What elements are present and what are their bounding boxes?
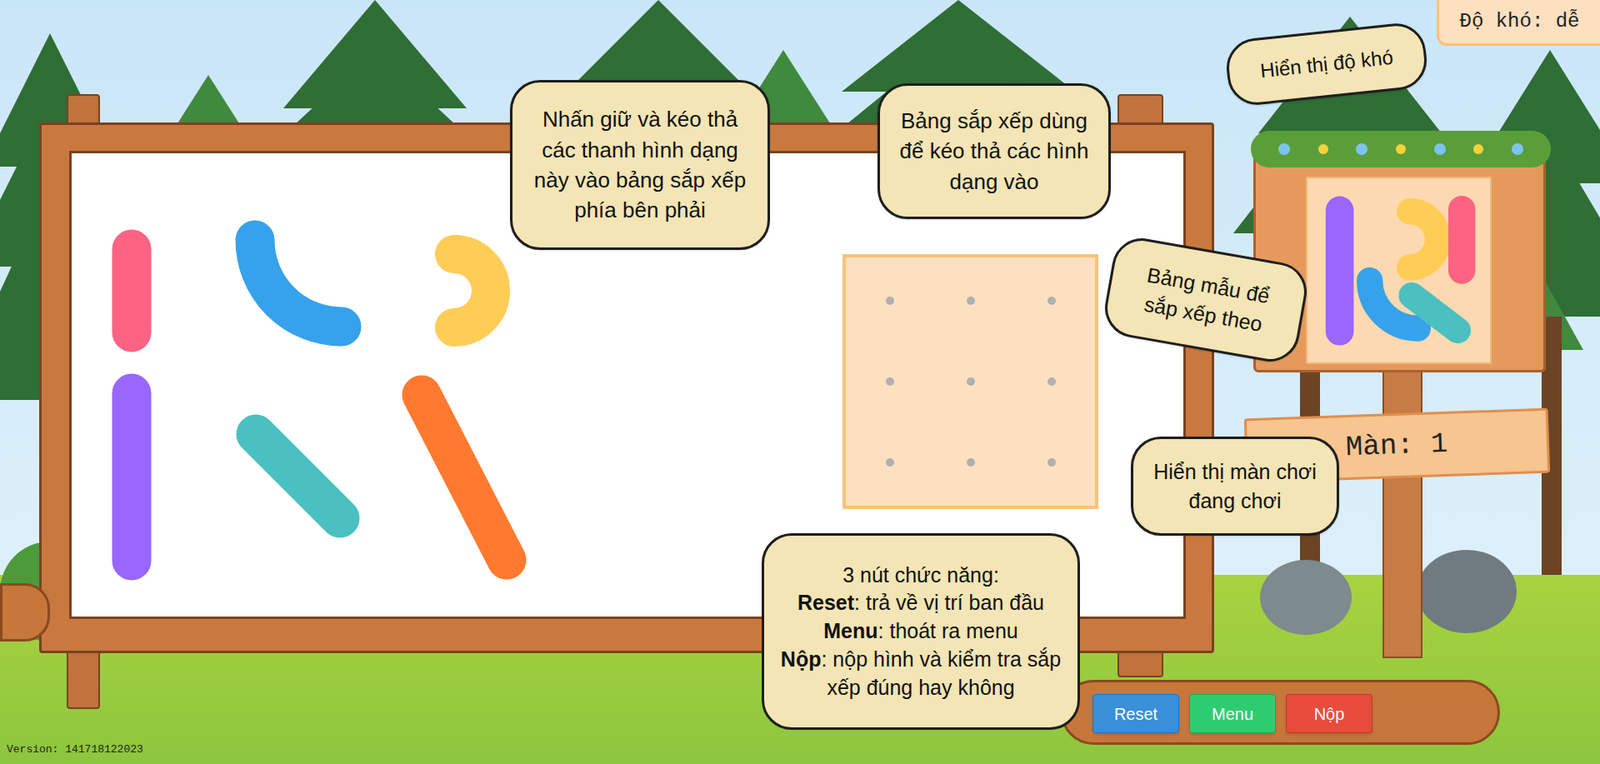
help-line: Nộp: nộp hình và kiểm tra sắp xếp đúng h… bbox=[777, 645, 1065, 703]
template-shapes bbox=[1307, 178, 1490, 363]
help-desc: : trả về vị trí ban đầu bbox=[854, 590, 1045, 615]
game-scene: Màn: 1 Độ khó: dễ ResetMenuNộp Version: … bbox=[0, 0, 1600, 764]
arc-piece[interactable] bbox=[255, 240, 342, 327]
bar-piece[interactable] bbox=[112, 393, 152, 561]
callout-text: Bảng mẫu để sắp xếp theo bbox=[1122, 257, 1289, 343]
version-label: Version: 141718122023 bbox=[6, 741, 144, 759]
hook-piece[interactable] bbox=[454, 254, 491, 328]
log bbox=[0, 583, 50, 642]
callout-text: Nhấn giữ và kéo thả các thanh hình dạng … bbox=[529, 104, 751, 226]
help-callout: 3 nút chức năng:Reset: trả về vị trí ban… bbox=[761, 533, 1080, 730]
grid-dot bbox=[966, 458, 975, 467]
template-bar bbox=[1448, 209, 1475, 270]
difficulty-label: Độ khó: dễ bbox=[1436, 0, 1600, 46]
button-label: Nộp bbox=[1314, 705, 1345, 724]
nộp-button[interactable]: Nộp bbox=[1285, 694, 1373, 734]
bar-piece[interactable] bbox=[255, 434, 340, 519]
reset-button[interactable]: Reset bbox=[1092, 694, 1180, 734]
sign-post bbox=[1382, 366, 1423, 659]
help-key: Reset bbox=[797, 590, 855, 615]
help-title: 3 nút chức năng: bbox=[842, 561, 1000, 590]
grid-dot bbox=[885, 377, 895, 386]
button-bar: Reset Menu Nộp bbox=[1092, 694, 1373, 734]
bar-piece[interactable] bbox=[421, 395, 507, 560]
callout-text: Bảng sắp xếp dùng để kéo thả các hình dạ… bbox=[896, 105, 1092, 197]
button-label: Reset bbox=[1114, 705, 1158, 724]
difficulty-text: Độ khó: dễ bbox=[1459, 6, 1580, 37]
help-line: Reset: trả về vị trí ban đầu bbox=[797, 589, 1045, 618]
template-bar bbox=[1325, 210, 1355, 331]
menu-button[interactable]: Menu bbox=[1189, 694, 1276, 734]
button-label: Menu bbox=[1211, 705, 1254, 724]
callout: Bảng sắp xếp dùng để kéo thả các hình dạ… bbox=[877, 83, 1111, 220]
template-hook bbox=[1410, 211, 1439, 268]
grid-dot bbox=[966, 296, 975, 305]
help-desc: : nộp hình và kiểm tra sắp xếp đúng hay … bbox=[820, 647, 1061, 700]
help-line: Menu: thoát ra menu bbox=[823, 617, 1018, 646]
grid-dot bbox=[1047, 458, 1056, 467]
callout-text: Hiển thị màn chơi đang chơi bbox=[1150, 457, 1320, 516]
grid-dot bbox=[1047, 296, 1056, 305]
rock bbox=[1260, 560, 1352, 635]
template-picture bbox=[1305, 176, 1492, 365]
grid-dot bbox=[966, 377, 975, 386]
template-bar bbox=[1411, 295, 1458, 331]
grid-dot bbox=[885, 296, 895, 305]
rock bbox=[1416, 550, 1517, 634]
level-text: Màn: 1 bbox=[1345, 422, 1449, 469]
help-key: Nộp bbox=[780, 647, 822, 671]
grid-dot bbox=[1047, 377, 1056, 386]
help-desc: : thoát ra menu bbox=[878, 619, 1019, 643]
callout-text: Hiển thị độ khó bbox=[1259, 43, 1395, 85]
grid-dot bbox=[885, 458, 895, 467]
callout: Hiển thị màn chơi đang chơi bbox=[1130, 436, 1340, 536]
callout: Nhấn giữ và kéo thả các thanh hình dạng … bbox=[510, 80, 770, 250]
help-key: Menu bbox=[823, 619, 878, 643]
arrange-board[interactable] bbox=[842, 254, 1099, 510]
bar-piece[interactable] bbox=[112, 249, 152, 333]
flower-band bbox=[1250, 130, 1551, 168]
